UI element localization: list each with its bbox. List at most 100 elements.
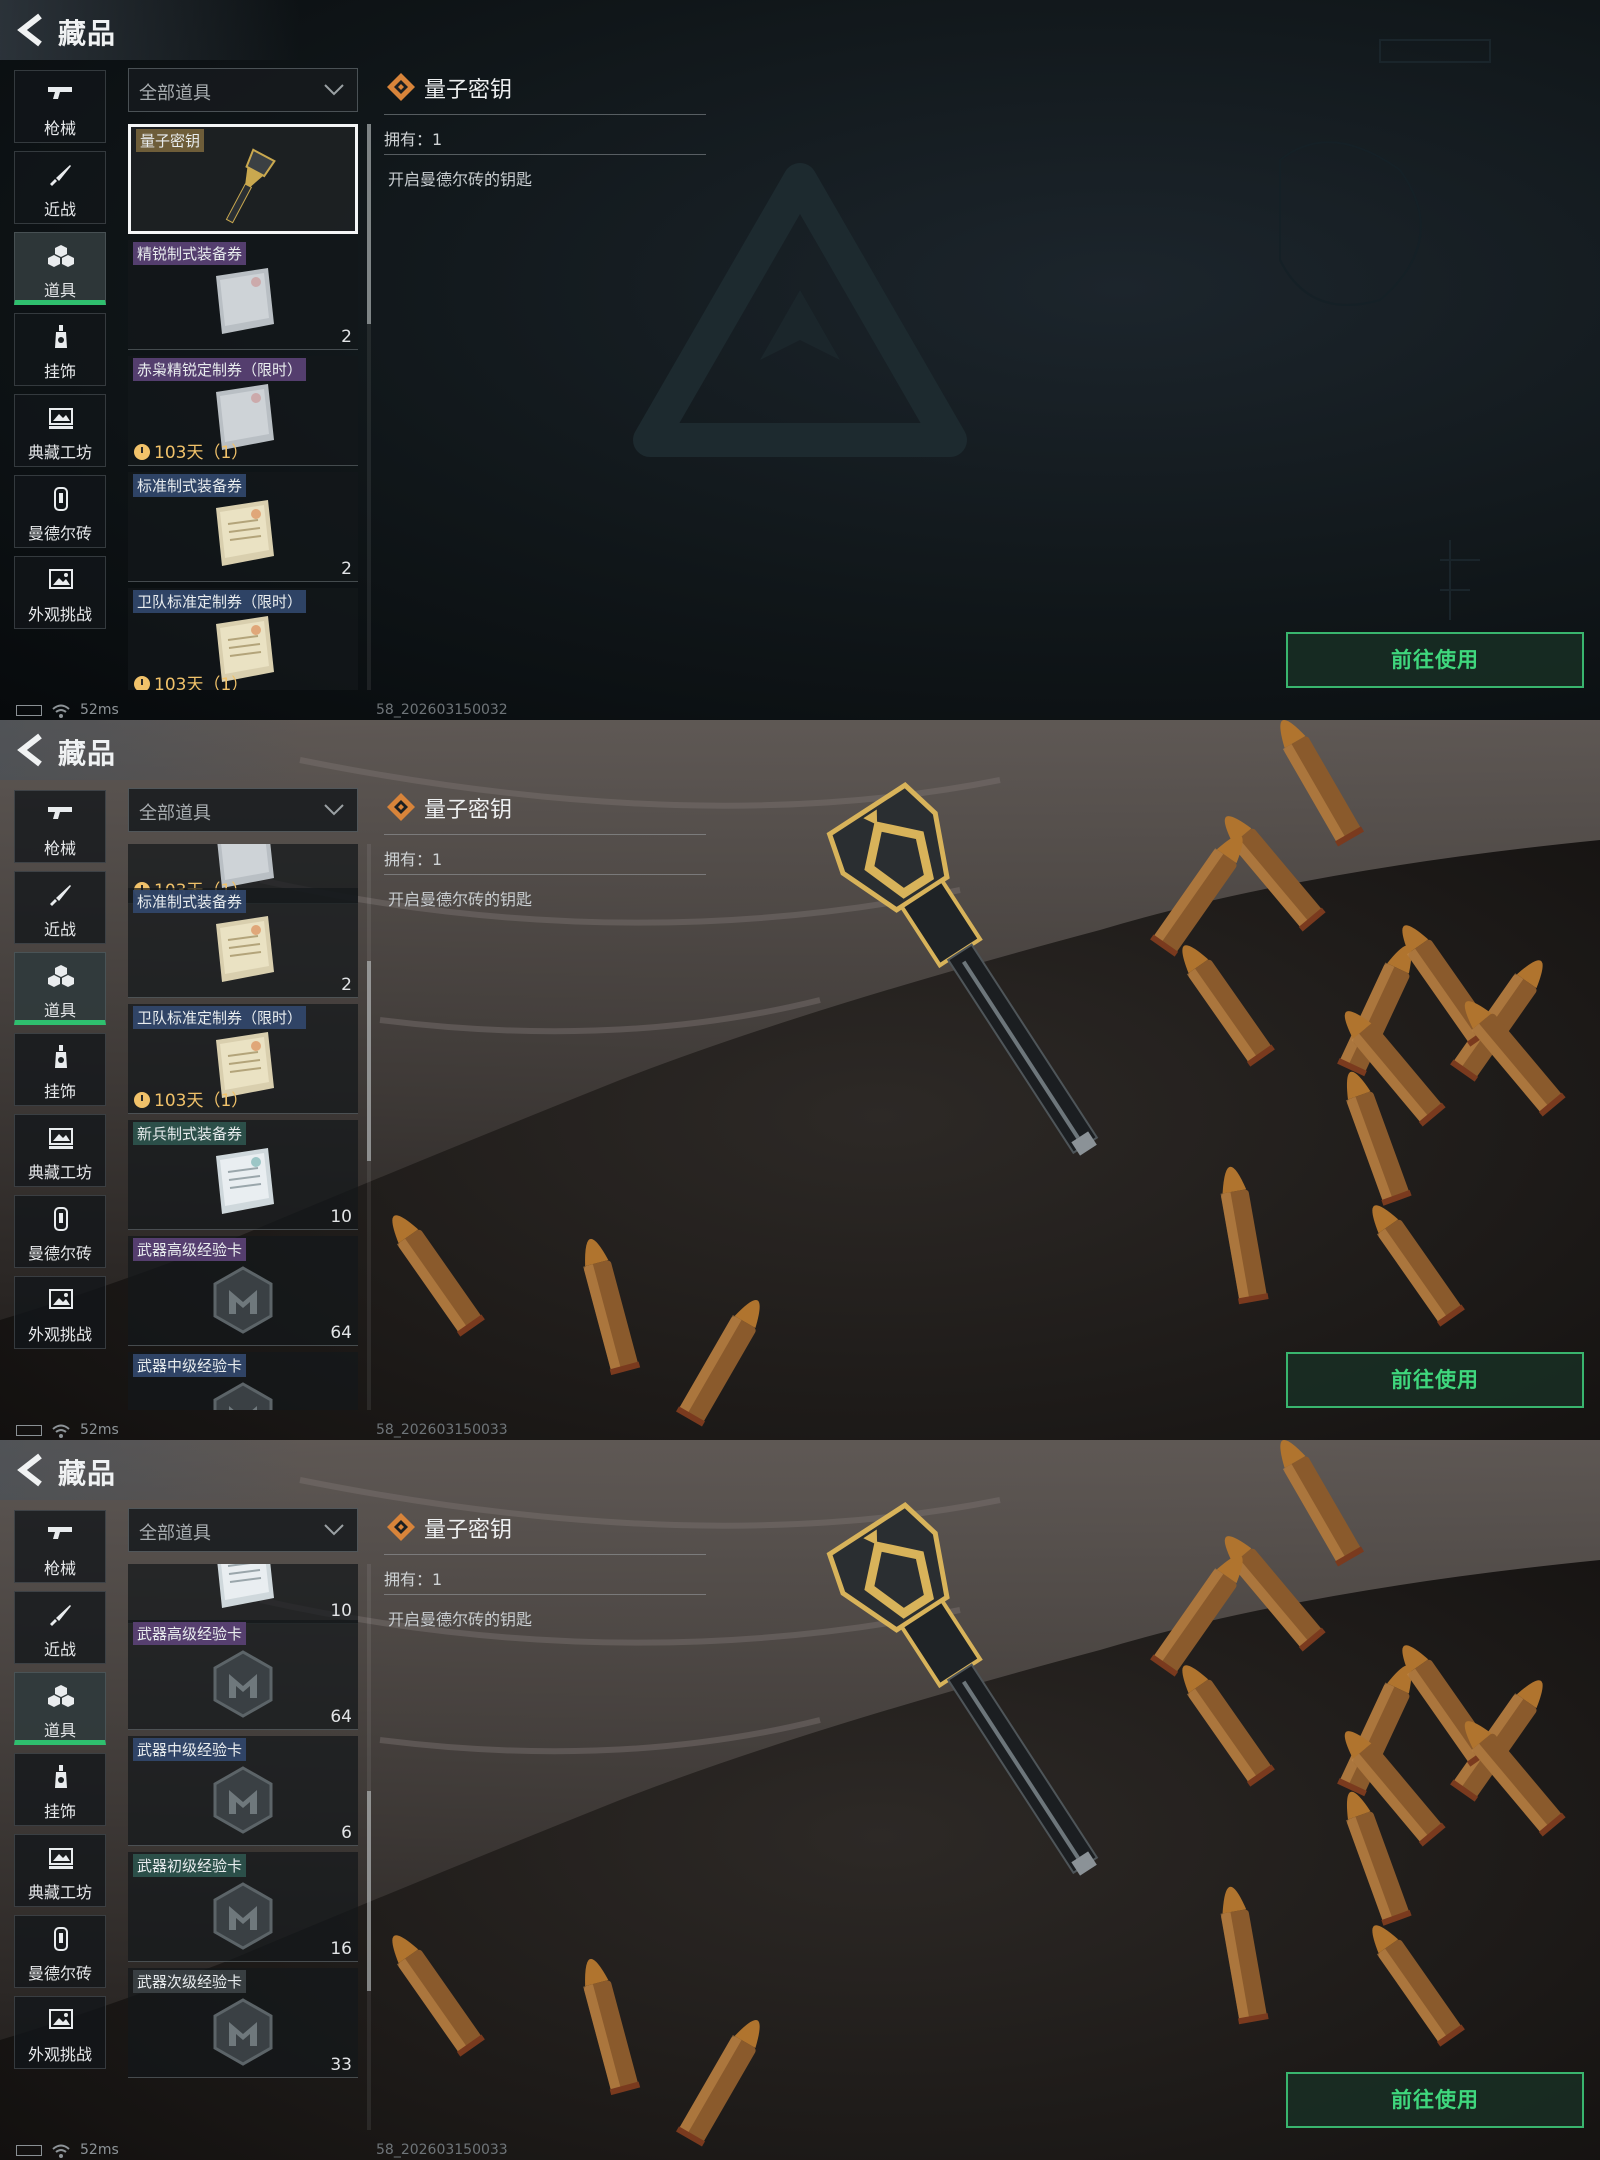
item-thumbnail	[198, 490, 288, 578]
item-card[interactable]: 赤枭精锐定制券（限时） 103天（1）	[128, 356, 358, 466]
chevron-down-icon	[323, 801, 345, 819]
item-card[interactable]: 新兵制式装备券10	[128, 1564, 358, 1624]
item-name: 卫队标准定制券（限时）	[133, 1006, 307, 1029]
item-card[interactable]: 武器中级经验卡 6	[128, 1736, 358, 1846]
item-card[interactable]: 标准制式装备券 2	[128, 888, 358, 998]
list-scrollbar[interactable]	[367, 844, 371, 1410]
detail-divider	[384, 834, 706, 835]
list-scrollbar[interactable]	[367, 1564, 371, 2130]
charm-icon	[46, 1044, 76, 1070]
item-filter-dropdown[interactable]: 全部道具	[128, 68, 358, 112]
item-card[interactable]: 量子密钥	[128, 124, 358, 234]
owned-count: 拥有：1	[384, 846, 442, 870]
nav-tab-6[interactable]: 曼德尔砖	[14, 1195, 106, 1268]
nav-tab-label: 典藏工坊	[27, 443, 92, 462]
nav-tab-6[interactable]: 曼德尔砖	[14, 475, 106, 548]
item-card[interactable]: 卫队标准定制券（限时） 103天（1）	[128, 588, 358, 690]
back-button[interactable]	[14, 732, 48, 768]
workshop-icon	[46, 1125, 76, 1151]
nav-tab-5[interactable]: 典藏工坊	[14, 1834, 106, 1907]
owned-value: 1	[432, 850, 443, 869]
item-filter-dropdown[interactable]: 全部道具	[128, 1508, 358, 1552]
nav-tab-label: 曼德尔砖	[27, 524, 92, 543]
item-card[interactable]: 武器次级经验卡 33	[128, 1968, 358, 2078]
nav-tab-3[interactable]: 道具	[14, 232, 106, 305]
nav-tab-label: 近战	[43, 920, 76, 939]
nav-tab-5[interactable]: 典藏工坊	[14, 1114, 106, 1187]
item-card[interactable]: 武器高级经验卡 64	[128, 1620, 358, 1730]
gun-icon	[46, 1521, 76, 1547]
challenge-icon	[46, 1287, 76, 1313]
nav-tab-label: 近战	[43, 1640, 76, 1659]
item-thumbnail	[198, 1254, 288, 1342]
clock-icon	[134, 676, 150, 690]
item-thumbnail	[198, 906, 288, 994]
list-scrollbar[interactable]	[367, 124, 371, 690]
item-name: 武器高级经验卡	[133, 1622, 247, 1645]
item-name: 武器高级经验卡	[133, 1238, 247, 1261]
nav-tab-6[interactable]: 曼德尔砖	[14, 1915, 106, 1988]
nav-tab-label: 枪械	[43, 1559, 76, 1578]
category-nav: 枪械近战道具挂饰典藏工坊曼德尔砖外观挑战	[14, 1510, 106, 2077]
nav-tab-label: 道具	[43, 1001, 76, 1020]
nav-tab-4[interactable]: 挂饰	[14, 313, 106, 386]
nav-tab-2[interactable]: 近战	[14, 1591, 106, 1664]
back-button[interactable]	[14, 12, 48, 48]
item-expiry: 103天（1）	[134, 438, 248, 463]
cubes-icon	[46, 243, 76, 269]
item-card[interactable]: 武器中级经验卡	[128, 1352, 358, 1410]
back-button[interactable]	[14, 1452, 48, 1488]
cubes-icon	[46, 1683, 76, 1709]
nav-tab-2[interactable]: 近战	[14, 871, 106, 944]
item-expiry-text: 103天（1）	[154, 675, 249, 690]
item-count: 64	[330, 1323, 352, 1343]
charm-icon	[46, 1764, 76, 1790]
item-thumbnail	[198, 1986, 288, 2074]
nav-tab-1[interactable]: 枪械	[14, 790, 106, 863]
item-thumbnail	[198, 1138, 288, 1226]
quantum-key-category-icon	[386, 1512, 416, 1542]
nav-tab-4[interactable]: 挂饰	[14, 1033, 106, 1106]
nav-tab-2[interactable]: 近战	[14, 151, 106, 224]
nav-tab-3[interactable]: 道具	[14, 1672, 106, 1745]
nav-tab-label: 典藏工坊	[27, 1163, 92, 1182]
item-card[interactable]: 武器高级经验卡 64	[128, 1236, 358, 1346]
nav-tab-4[interactable]: 挂饰	[14, 1753, 106, 1826]
gun-icon	[46, 801, 76, 827]
challenge-icon	[46, 2007, 76, 2033]
filter-selected-label: 全部道具	[139, 803, 211, 824]
item-card[interactable]: 标准制式装备券 2	[128, 472, 358, 582]
item-detail-title: 量子密钥	[424, 1518, 513, 1543]
knife-icon	[46, 1602, 76, 1628]
item-detail-title: 量子密钥	[424, 78, 513, 103]
item-name: 武器次级经验卡	[133, 1970, 247, 1993]
item-name: 武器中级经验卡	[133, 1354, 247, 1377]
item-expiry: 103天（1）	[134, 1086, 248, 1111]
nav-tab-7[interactable]: 外观挑战	[14, 1276, 106, 1349]
go-use-button[interactable]: 前往使用	[1286, 1352, 1584, 1408]
item-list: 量子密钥精锐制式装备券 2 赤枭精锐定制券（限时） 103天（1） 标准制式装备券 2 卫队…	[128, 124, 361, 690]
nav-tab-label: 挂饰	[43, 362, 76, 381]
nav-tab-label: 道具	[43, 1721, 76, 1740]
go-use-button[interactable]: 前往使用	[1286, 2072, 1584, 2128]
challenge-icon	[46, 567, 76, 593]
list-scroll-thumb[interactable]	[367, 961, 371, 1161]
nav-tab-7[interactable]: 外观挑战	[14, 556, 106, 629]
go-use-button[interactable]: 前往使用	[1286, 632, 1584, 688]
nav-tab-1[interactable]: 枪械	[14, 70, 106, 143]
item-card[interactable]: 新兵制式装备券10	[128, 1120, 358, 1230]
nav-tab-3[interactable]: 道具	[14, 952, 106, 1025]
list-scroll-thumb[interactable]	[367, 124, 371, 324]
item-card[interactable]: 精锐制式装备券 2	[128, 240, 358, 350]
nav-tab-label: 道具	[43, 281, 76, 300]
mandel-brick-icon	[46, 486, 76, 512]
network-latency: 52ms	[80, 702, 119, 718]
item-name: 量子密钥	[136, 129, 205, 152]
item-card[interactable]: 卫队标准定制券（限时） 103天（1）	[128, 1004, 358, 1114]
nav-tab-1[interactable]: 枪械	[14, 1510, 106, 1583]
nav-tab-7[interactable]: 外观挑战	[14, 1996, 106, 2069]
item-filter-dropdown[interactable]: 全部道具	[128, 788, 358, 832]
list-scroll-thumb[interactable]	[367, 1791, 371, 1991]
nav-tab-5[interactable]: 典藏工坊	[14, 394, 106, 467]
item-card[interactable]: 武器初级经验卡 16	[128, 1852, 358, 1962]
